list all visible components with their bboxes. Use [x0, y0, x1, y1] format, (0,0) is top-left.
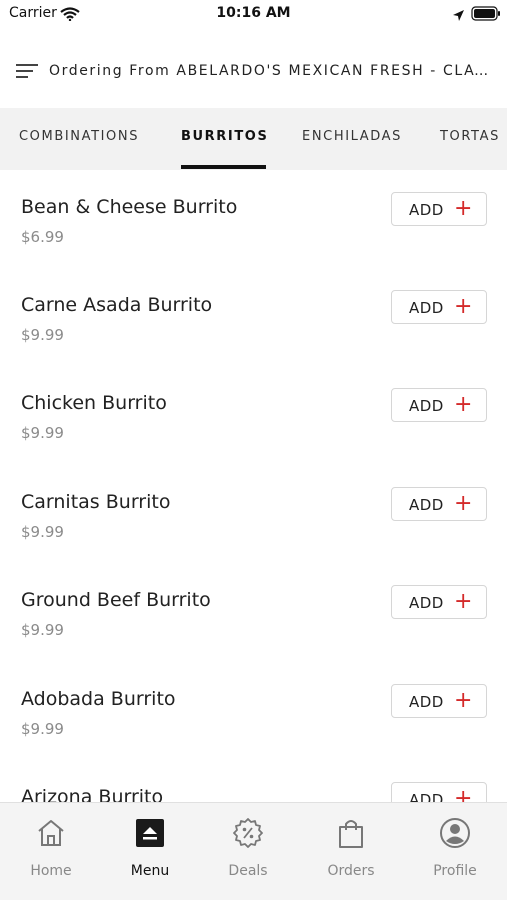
tab-enchiladas[interactable]: ENCHILADAS	[302, 108, 402, 170]
nav-deals[interactable]: Deals	[203, 817, 293, 887]
menu-item[interactable]: Arizona Burrito ADD +	[0, 760, 507, 802]
nav-menu[interactable]: Menu	[105, 817, 195, 887]
nav-deals-label: Deals	[228, 863, 268, 879]
menu-item[interactable]: Ground Beef Burrito $9.99 ADD +	[0, 563, 507, 661]
add-button-label: ADD	[409, 299, 444, 317]
add-button[interactable]: ADD +	[391, 684, 487, 718]
active-tab-indicator	[181, 165, 266, 169]
nav-home[interactable]: Home	[6, 817, 96, 887]
category-tabs: COMBINATIONS BURRITOS ENCHILADAS TORTAS	[0, 108, 507, 170]
bottom-nav: Home Menu Deals Orders Profile	[0, 802, 507, 900]
add-button[interactable]: ADD +	[391, 388, 487, 422]
item-name: Chicken Burrito	[21, 392, 167, 414]
menu-item[interactable]: Chicken Burrito $9.99 ADD +	[0, 366, 507, 464]
item-price: $9.99	[21, 720, 64, 738]
header: Ordering From ABELARDO'S MEXICAN FRESH -…	[0, 46, 507, 98]
item-name: Ground Beef Burrito	[21, 589, 211, 611]
item-name: Carne Asada Burrito	[21, 294, 213, 316]
item-price: $6.99	[21, 228, 64, 246]
item-name: Arizona Burrito	[21, 786, 164, 802]
nav-menu-label: Menu	[130, 863, 170, 879]
add-button-label: ADD	[409, 201, 444, 219]
item-price: $9.99	[21, 326, 64, 344]
tab-combinations[interactable]: COMBINATIONS	[19, 108, 139, 170]
item-name: Carnitas Burrito	[21, 491, 171, 513]
ordering-location-title[interactable]: Ordering From ABELARDO'S MEXICAN FRESH -…	[49, 63, 497, 79]
plus-icon: +	[454, 196, 473, 221]
add-button[interactable]: ADD +	[391, 290, 487, 324]
menu-item-list: Bean & Cheese Burrito $6.99 ADD + Carne …	[0, 170, 507, 802]
item-price: $9.99	[21, 523, 64, 541]
orders-icon	[306, 817, 396, 853]
profile-icon	[410, 817, 500, 853]
plus-icon: +	[454, 786, 473, 802]
deals-icon	[203, 817, 293, 853]
nav-orders[interactable]: Orders	[306, 817, 396, 887]
plus-icon: +	[454, 392, 473, 417]
plus-icon: +	[454, 589, 473, 614]
tab-tortas[interactable]: TORTAS	[440, 108, 500, 170]
plus-icon: +	[454, 688, 473, 713]
add-button-label: ADD	[409, 496, 444, 514]
nav-profile[interactable]: Profile	[410, 817, 500, 887]
nav-home-label: Home	[30, 863, 72, 879]
add-button-label: ADD	[409, 791, 444, 802]
battery-icon	[471, 6, 501, 25]
add-button[interactable]: ADD +	[391, 782, 487, 802]
menu-item[interactable]: Carnitas Burrito $9.99 ADD +	[0, 465, 507, 563]
add-button-label: ADD	[409, 693, 444, 711]
item-price: $9.99	[21, 424, 64, 442]
add-button-label: ADD	[409, 594, 444, 612]
tab-burritos[interactable]: BURRITOS	[181, 108, 268, 170]
clock: 10:16 AM	[216, 5, 291, 21]
menu-item[interactable]: Carne Asada Burrito $9.99 ADD +	[0, 268, 507, 366]
add-button[interactable]: ADD +	[391, 192, 487, 226]
plus-icon: +	[454, 294, 473, 319]
hamburger-menu-icon[interactable]	[16, 62, 38, 84]
status-bar: Carrier 10:16 AM	[0, 0, 507, 30]
location-arrow-icon	[452, 7, 465, 26]
add-button-label: ADD	[409, 397, 444, 415]
menu-item[interactable]: Adobada Burrito $9.99 ADD +	[0, 662, 507, 760]
item-name: Adobada Burrito	[21, 688, 176, 710]
home-icon	[6, 817, 96, 853]
item-name: Bean & Cheese Burrito	[21, 196, 238, 218]
plus-icon: +	[454, 491, 473, 516]
nav-orders-label: Orders	[327, 863, 375, 879]
item-price: $9.99	[21, 621, 64, 639]
nav-profile-label: Profile	[433, 863, 477, 879]
menu-icon	[105, 817, 195, 853]
add-button[interactable]: ADD +	[391, 585, 487, 619]
add-button[interactable]: ADD +	[391, 487, 487, 521]
menu-item[interactable]: Bean & Cheese Burrito $6.99 ADD +	[0, 170, 507, 268]
